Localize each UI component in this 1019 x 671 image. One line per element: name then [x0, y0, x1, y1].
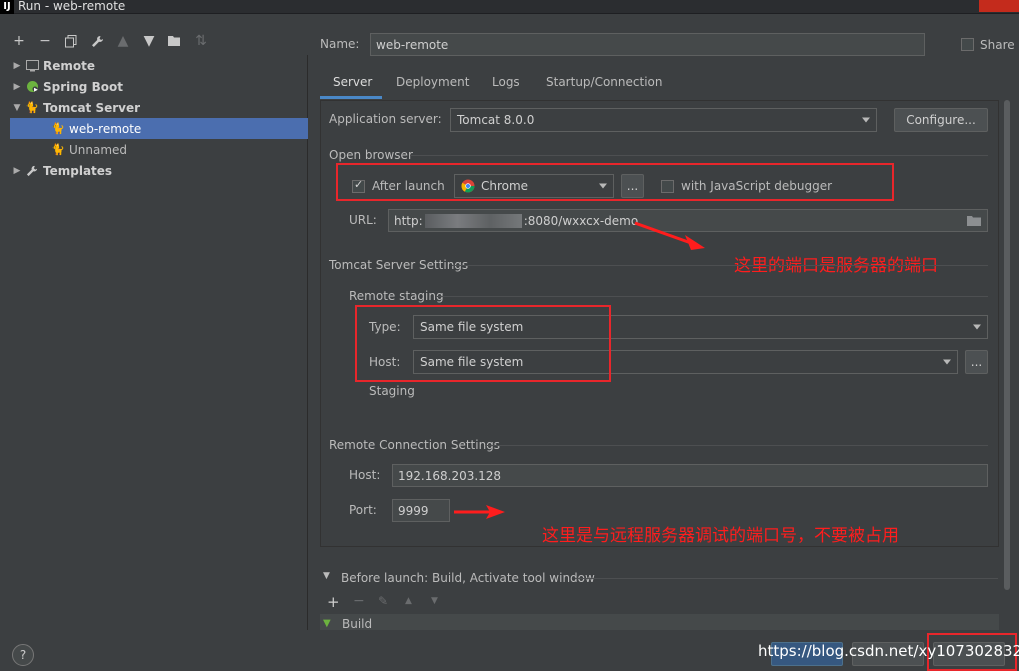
active-tab-indicator [320, 96, 382, 99]
svg-text:▶: ▶ [34, 87, 38, 93]
tree-item-web-remote[interactable]: 🐈 web-remote [10, 118, 308, 139]
collapse-arrow-icon[interactable]: ▼ [10, 103, 24, 113]
annotation-arrow-url [634, 221, 705, 250]
tree-item-label: Templates [43, 163, 113, 178]
expand-arrow-icon[interactable]: ▶ [10, 61, 24, 71]
tree-item-spring-boot[interactable]: ▶ ▶ Spring Boot [10, 76, 308, 97]
move-down-icon[interactable]: ▼ [140, 32, 158, 50]
app-server-value: Tomcat 8.0.0 [457, 113, 535, 127]
tab-server[interactable]: Server [333, 75, 372, 89]
help-button[interactable]: ? [12, 644, 34, 666]
plus-icon[interactable]: + [10, 32, 28, 50]
annotation-box-browser [336, 163, 894, 201]
before-launch-label: Before launch: Build, Activate tool wind… [341, 571, 595, 585]
annotation-port-note: 这里是与远程服务器调试的端口号，不要被占用 [542, 526, 899, 546]
wrench-icon[interactable] [88, 32, 106, 50]
before-launch-divider [575, 578, 998, 579]
tree-item-unnamed[interactable]: 🐈 Unnamed [10, 139, 308, 160]
connection-host-label: Host: [349, 468, 381, 482]
open-browser-label: Open browser [329, 148, 413, 162]
scrollbar-thumb[interactable] [1004, 100, 1010, 590]
name-label: Name: [320, 37, 360, 51]
add-task-icon[interactable]: + [327, 593, 340, 611]
run-config-tree: ▶ Remote ▶ ▶ Spring Boot ▼ 🐈 Tomcat Serv… [10, 55, 308, 630]
move-up-icon[interactable]: ▲ [405, 596, 412, 606]
tab-deployment[interactable]: Deployment [396, 75, 469, 89]
tree-item-label: web-remote [69, 121, 142, 136]
expand-arrow-icon[interactable]: ▶ [10, 82, 24, 92]
tree-item-label: Unnamed [69, 142, 128, 157]
chevron-down-icon [973, 324, 981, 330]
connection-host-input[interactable]: 192.168.203.128 [392, 464, 988, 487]
tree-item-label: Tomcat Server [43, 100, 141, 115]
tree-item-tomcat-server[interactable]: ▼ 🐈 Tomcat Server [10, 97, 308, 118]
remote-connection-divider [485, 445, 988, 446]
port-label: Port: [349, 503, 377, 517]
tomcat-settings-label: Tomcat Server Settings [329, 258, 469, 272]
tomcat-icon: 🐈 [25, 101, 39, 114]
form-scrollbar[interactable] [1002, 100, 1012, 600]
chevron-down-icon [862, 117, 870, 123]
edit-task-icon[interactable]: ✎ [378, 594, 388, 608]
spring-boot-icon: ▶ [24, 80, 40, 94]
share-checkbox[interactable] [961, 38, 974, 51]
title-bar: IJ Run - web-remote [0, 0, 1019, 14]
host-ellipsis-button[interactable]: ... [965, 350, 988, 374]
dialog-footer: ? https://blog.csdn.net/xy1073028328 [0, 633, 1019, 671]
app-server-select[interactable]: Tomcat 8.0.0 [450, 108, 877, 132]
tree-item-label: Remote [43, 58, 96, 73]
annotation-arrow-port [454, 505, 505, 519]
minus-icon[interactable]: − [36, 32, 54, 50]
remote-connection-label: Remote Connection Settings [329, 438, 501, 452]
tree-item-templates[interactable]: ▶ Templates [10, 160, 308, 181]
folder-icon[interactable] [967, 215, 981, 229]
url-suffix: :8080/wxxcx-demo [523, 213, 639, 228]
chevron-down-icon [943, 359, 951, 365]
config-toolbar: + − ▲ ▼ ⇅ [10, 30, 210, 52]
tomcat-icon: 🐈 [51, 122, 65, 135]
configure-button[interactable]: Configure... [894, 108, 988, 132]
open-browser-divider [410, 155, 988, 156]
move-down-icon[interactable]: ▼ [431, 596, 438, 606]
tab-startup-connection[interactable]: Startup/Connection [546, 75, 662, 89]
folder-add-icon[interactable] [166, 32, 184, 50]
remote-icon [24, 59, 40, 73]
copy-icon[interactable] [62, 32, 80, 50]
staging-label: Staging [369, 384, 415, 398]
share-label: Share [980, 38, 1015, 52]
app-icon: IJ [0, 0, 14, 14]
port-input[interactable]: 9999 [392, 499, 450, 522]
remove-task-icon[interactable]: − [353, 593, 365, 609]
tree-item-label: Spring Boot [43, 79, 123, 94]
sort-icon[interactable]: ⇅ [192, 32, 210, 50]
close-window-button[interactable] [979, 0, 1019, 12]
tomcat-icon: 🐈 [51, 143, 65, 156]
wrench-icon [24, 164, 40, 178]
url-prefix: http: [394, 213, 423, 228]
tree-item-remote[interactable]: ▶ Remote [10, 55, 308, 76]
remote-staging-divider [436, 296, 988, 297]
watermark: https://blog.csdn.net/xy1073028328 [758, 642, 1019, 660]
expand-arrow-icon[interactable]: ▶ [10, 166, 24, 176]
url-blurred-host [424, 213, 522, 228]
name-input[interactable]: web-remote [370, 33, 925, 56]
remote-staging-label: Remote staging [349, 289, 444, 303]
url-label: URL: [349, 213, 377, 227]
tab-logs[interactable]: Logs [492, 75, 520, 89]
app-server-label: Application server: [329, 112, 442, 126]
tomcat-settings-divider [452, 265, 988, 266]
build-icon: ▼ [323, 618, 331, 629]
build-task-label[interactable]: Build [342, 617, 372, 630]
collapse-arrow-icon[interactable]: ▼ [323, 571, 330, 581]
before-launch-task-list: ▼ Build [320, 614, 999, 630]
annotation-url-note: 这里的端口是服务器的端口 [734, 256, 938, 276]
window-title: Run - web-remote [18, 0, 126, 13]
annotation-box-staging [355, 305, 611, 382]
move-up-icon[interactable]: ▲ [114, 32, 132, 50]
